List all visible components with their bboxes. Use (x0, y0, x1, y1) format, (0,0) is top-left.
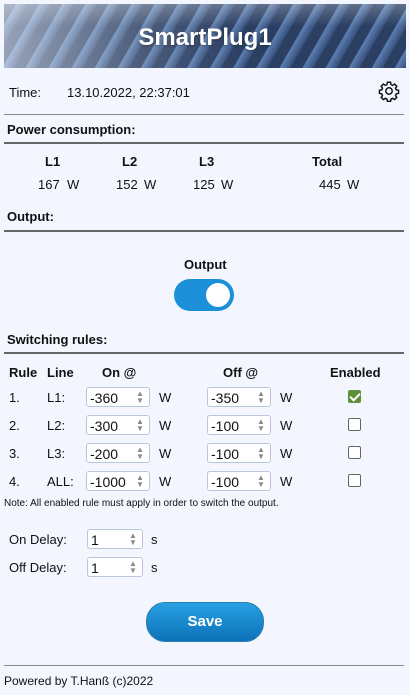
rule-on-unit: W (159, 418, 172, 433)
rules-header-rule: Rule (9, 365, 38, 380)
rule-line: L2: (47, 418, 66, 433)
power-value-l3: 125 (193, 177, 215, 192)
header-banner: SmartPlug1 (4, 4, 406, 68)
rules-header-enabled: Enabled (330, 365, 381, 380)
spinner-icon[interactable]: ▲ ▼ (135, 446, 145, 461)
on-delay-value: 1 (91, 532, 99, 548)
power-header-l1: L1 (45, 154, 61, 169)
rule-enabled-checkbox[interactable] (348, 446, 361, 459)
off-delay-value: 1 (91, 560, 99, 576)
spinner-icon[interactable]: ▲ ▼ (256, 390, 266, 405)
spinner-icon[interactable]: ▲ ▼ (135, 390, 145, 405)
power-header-l2: L2 (122, 154, 138, 169)
spinner-icon[interactable]: ▲ ▼ (135, 474, 145, 489)
power-value-l2: 152 (116, 177, 138, 192)
rule-off-value: -100 (211, 474, 240, 490)
spinner-icon[interactable]: ▲ ▼ (128, 560, 138, 575)
rule-off-input[interactable]: -100 ▲ ▼ (207, 471, 271, 491)
divider (4, 142, 404, 144)
rule-off-input[interactable]: -350 ▲ ▼ (207, 387, 271, 407)
off-delay-label: Off Delay: (9, 560, 67, 575)
rule-on-input[interactable]: -300 ▲ ▼ (86, 415, 150, 435)
rule-on-unit: W (159, 390, 172, 405)
spinner-icon[interactable]: ▲ ▼ (256, 446, 266, 461)
on-delay-unit: s (151, 532, 158, 547)
power-unit: W (347, 177, 360, 192)
rule-on-value: -300 (90, 418, 119, 434)
rule-off-unit: W (280, 446, 293, 461)
toggle-knob (206, 283, 230, 307)
rule-off-value: -100 (211, 418, 240, 434)
off-delay-input[interactable]: 1 ▲ ▼ (87, 557, 143, 577)
divider (4, 352, 404, 354)
time-label: Time: (9, 85, 42, 100)
spinner-icon[interactable]: ▲ ▼ (135, 418, 145, 433)
power-section-title: Power consumption: (7, 122, 136, 137)
off-delay-unit: s (151, 560, 158, 575)
on-delay-input[interactable]: 1 ▲ ▼ (87, 529, 143, 549)
output-toggle-label: Output (184, 257, 227, 272)
power-header-total: Total (312, 154, 343, 169)
rule-number: 2. (9, 418, 20, 433)
rule-off-value: -100 (211, 446, 240, 462)
save-button[interactable]: Save (146, 602, 264, 642)
rules-header-line: Line (47, 365, 74, 380)
rule-off-input[interactable]: -100 ▲ ▼ (207, 443, 271, 463)
output-toggle[interactable] (174, 279, 234, 311)
rule-enabled-checkbox[interactable] (348, 390, 361, 403)
rules-header-off: Off @ (223, 365, 259, 380)
rules-note: Note: All enabled rule must apply in ord… (4, 498, 279, 509)
power-value-l1: 167 (38, 177, 60, 192)
rule-on-input[interactable]: -360 ▲ ▼ (86, 387, 150, 407)
rule-number: 3. (9, 446, 20, 461)
divider (4, 665, 404, 666)
power-unit: W (67, 177, 80, 192)
rule-line: ALL: (47, 474, 74, 489)
spinner-icon[interactable]: ▲ ▼ (256, 418, 266, 433)
on-delay-label: On Delay: (9, 532, 67, 547)
gear-icon[interactable] (378, 80, 400, 102)
power-unit: W (144, 177, 157, 192)
rule-line: L3: (47, 446, 66, 461)
power-value-total: 445 (319, 177, 341, 192)
rule-on-input[interactable]: -1000 ▲ ▼ (86, 471, 150, 491)
divider (4, 114, 404, 115)
rule-on-unit: W (159, 446, 172, 461)
app-title: SmartPlug1 (138, 24, 272, 51)
rule-number: 1. (9, 390, 20, 405)
spinner-icon[interactable]: ▲ ▼ (256, 474, 266, 489)
output-section-title: Output: (7, 209, 54, 224)
power-header-l3: L3 (199, 154, 215, 169)
spinner-icon[interactable]: ▲ ▼ (128, 532, 138, 547)
rule-on-unit: W (159, 474, 172, 489)
rule-on-value: -360 (90, 390, 119, 406)
rule-number: 4. (9, 474, 20, 489)
footer-text: Powered by T.Hanß (c)2022 (4, 674, 154, 688)
rules-header-on: On @ (102, 365, 137, 380)
rules-section-title: Switching rules: (7, 332, 108, 347)
rule-off-input[interactable]: -100 ▲ ▼ (207, 415, 271, 435)
rule-on-value: -1000 (90, 474, 126, 490)
rule-line: L1: (47, 390, 66, 405)
time-value: 13.10.2022, 22:37:01 (67, 85, 190, 100)
rule-off-value: -350 (211, 390, 240, 406)
rule-off-unit: W (280, 390, 293, 405)
power-unit: W (221, 177, 234, 192)
rule-off-unit: W (280, 474, 293, 489)
rule-enabled-checkbox[interactable] (348, 474, 361, 487)
rule-enabled-checkbox[interactable] (348, 418, 361, 431)
rule-on-value: -200 (90, 446, 119, 462)
rule-off-unit: W (280, 418, 293, 433)
rule-on-input[interactable]: -200 ▲ ▼ (86, 443, 150, 463)
divider (4, 230, 404, 232)
